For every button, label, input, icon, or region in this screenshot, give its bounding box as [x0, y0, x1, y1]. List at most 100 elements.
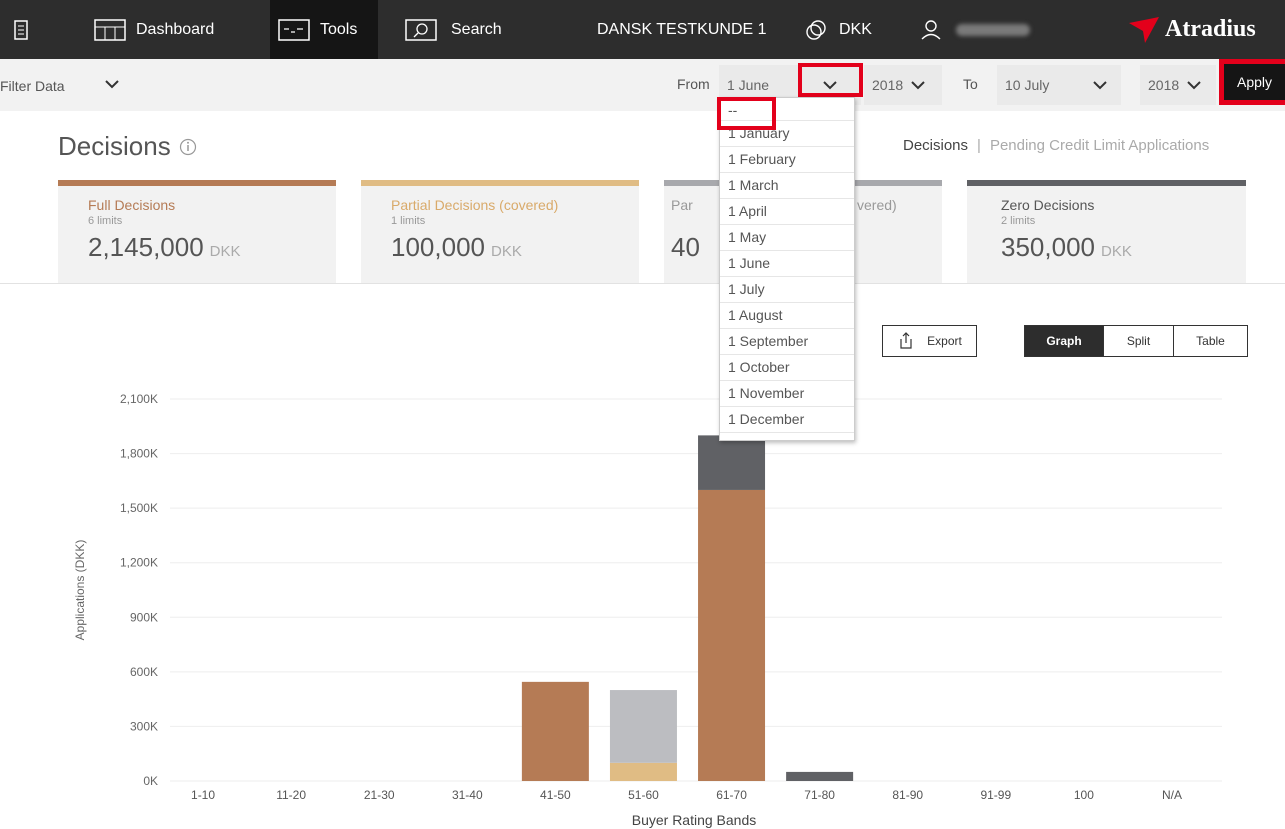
dropdown-option[interactable]: 1 March: [720, 173, 854, 199]
divider: [0, 283, 1285, 284]
to-year-select[interactable]: 2018: [1140, 65, 1216, 105]
x-tick-label: 41-50: [540, 788, 571, 802]
y-tick-label: 600K: [130, 665, 158, 679]
chart-bar-segment[interactable]: [698, 435, 766, 490]
card-value-wrap: 100,000 DKK: [391, 232, 522, 263]
highlight-box: [798, 63, 863, 97]
summary-card-full[interactable]: Full Decisions 6 limits 2,145,000 DKK: [58, 180, 336, 283]
chart-bar-segment[interactable]: [609, 762, 677, 781]
x-tick-label: N/A: [1162, 788, 1182, 802]
customer-name[interactable]: DANSK TESTKUNDE 1: [597, 0, 767, 59]
nav-dashboard[interactable]: Dashboard: [82, 0, 226, 59]
card-limits: 2 limits: [1001, 215, 1036, 227]
card-value: 40: [671, 232, 700, 262]
menu-icon[interactable]: [14, 0, 28, 59]
highlight-box: [717, 97, 776, 130]
card-title: Zero Decisions: [1001, 197, 1095, 213]
x-tick-label: 81-90: [892, 788, 923, 802]
nav-search[interactable]: Search: [405, 0, 502, 59]
chart-bar-segment[interactable]: [698, 489, 766, 781]
x-axis-label: Buyer Rating Bands: [632, 812, 757, 828]
dropdown-option[interactable]: 1 May: [720, 225, 854, 251]
chart-bar-segment[interactable]: [609, 690, 677, 763]
brand-logo[interactable]: Atradius: [1127, 0, 1256, 59]
pending-applications-link[interactable]: Pending Credit Limit Applications: [990, 137, 1209, 154]
card-title: Par: [671, 197, 693, 213]
y-tick-label: 1,800K: [120, 447, 158, 461]
grid-icon: [94, 18, 126, 41]
chevron-down-icon: [911, 81, 925, 90]
to-label: To: [963, 76, 978, 92]
tab-table[interactable]: Table: [1173, 325, 1248, 357]
dropdown-option[interactable]: 1 June: [720, 251, 854, 277]
card-unit: DKK: [490, 243, 522, 260]
nav-search-label: Search: [451, 20, 502, 38]
card-value-wrap: 350,000 DKK: [1001, 232, 1132, 263]
dropdown-option[interactable]: 1 August: [720, 303, 854, 329]
user-icon: [921, 19, 941, 40]
tab-split[interactable]: Split: [1104, 325, 1174, 357]
card-unit: DKK: [1100, 243, 1132, 260]
summary-card-zero[interactable]: Zero Decisions 2 limits 350,000 DKK: [967, 180, 1246, 283]
y-tick-label: 900K: [130, 610, 158, 624]
card-limits: 6 limits: [88, 215, 123, 227]
atradius-logo-icon: [1129, 16, 1159, 43]
card-title: Full Decisions: [88, 197, 176, 213]
card-unit: DKK: [209, 243, 241, 260]
y-tick-label: 2,100K: [120, 392, 158, 406]
card-title: Partial Decisions (covered): [391, 197, 559, 213]
y-tick-label: 300K: [130, 719, 158, 733]
decisions-chart: 0K 300K 600K 900K 1,200K 1,500K 1,800K 2,100K Ap…: [73, 392, 1222, 828]
card-value-wrap: 2,145,000 DKK: [88, 232, 241, 263]
user-menu[interactable]: [920, 0, 1030, 59]
nav-tools-label: Tools: [320, 20, 358, 38]
view-links: Decisions | Pending Credit Limit Applica…: [903, 137, 1209, 154]
card-color-bar: [361, 180, 639, 186]
from-day-dropdown-list: -- 1 January 1 February 1 March 1 April 1 May…: [719, 97, 855, 441]
apply-button[interactable]: Apply: [1224, 64, 1285, 100]
to-day-select[interactable]: 10 July: [997, 65, 1121, 105]
page-title: Decisions: [58, 131, 171, 161]
tab-graph[interactable]: Graph: [1024, 325, 1104, 357]
currency-label: DKK: [839, 20, 872, 38]
to-year-value: 2018: [1148, 77, 1180, 93]
x-tick-label: 71-80: [804, 788, 835, 802]
dropdown-option[interactable]: 1 December: [720, 407, 854, 433]
dropdown-option[interactable]: 1 February: [720, 147, 854, 173]
export-button[interactable]: Export: [882, 325, 977, 357]
card-value: 100,000: [391, 232, 485, 262]
from-year-value: 2018: [872, 77, 904, 93]
decisions-link[interactable]: Decisions: [903, 137, 968, 154]
info-icon[interactable]: [179, 138, 197, 156]
dropdown-option[interactable]: 1 October: [720, 355, 854, 381]
export-label: Export: [927, 334, 962, 348]
x-tick-label: 100: [1074, 788, 1094, 802]
link-separator: |: [977, 137, 981, 154]
chart-bar-segment[interactable]: [786, 771, 854, 781]
nav-tools[interactable]: Tools: [270, 0, 378, 59]
chart-bar-segment[interactable]: [521, 681, 589, 781]
x-tick-label: 61-70: [716, 788, 747, 802]
card-value: 350,000: [1001, 232, 1095, 262]
dropdown-option[interactable]: 1 September: [720, 329, 854, 355]
y-tick-label: 0K: [143, 774, 158, 788]
card-limits: 1 limits: [391, 215, 426, 227]
page-title-wrap: Decisions: [58, 131, 197, 162]
share-icon: [900, 332, 912, 349]
from-label: From: [677, 76, 710, 92]
nav-dashboard-label: Dashboard: [136, 20, 215, 38]
dropdown-option[interactable]: 1 November: [720, 381, 854, 407]
filter-data-toggle[interactable]: Filter Data: [0, 78, 65, 94]
tools-icon: [278, 18, 310, 41]
x-tick-label: 11-20: [276, 788, 306, 802]
x-tick-label: 31-40: [452, 788, 483, 802]
summary-card-partial-covered[interactable]: Partial Decisions (covered) 1 limits 100…: [361, 180, 639, 283]
filter-chevron-icon[interactable]: [105, 78, 119, 90]
chevron-down-icon: [1187, 81, 1201, 90]
card-color-bar: [967, 180, 1246, 186]
currency-selector[interactable]: DKK: [805, 0, 872, 59]
dropdown-option[interactable]: 1 April: [720, 199, 854, 225]
from-year-select[interactable]: 2018: [864, 65, 942, 105]
dropdown-option[interactable]: 1 July: [720, 277, 854, 303]
from-day-value: 1 June: [727, 77, 770, 93]
